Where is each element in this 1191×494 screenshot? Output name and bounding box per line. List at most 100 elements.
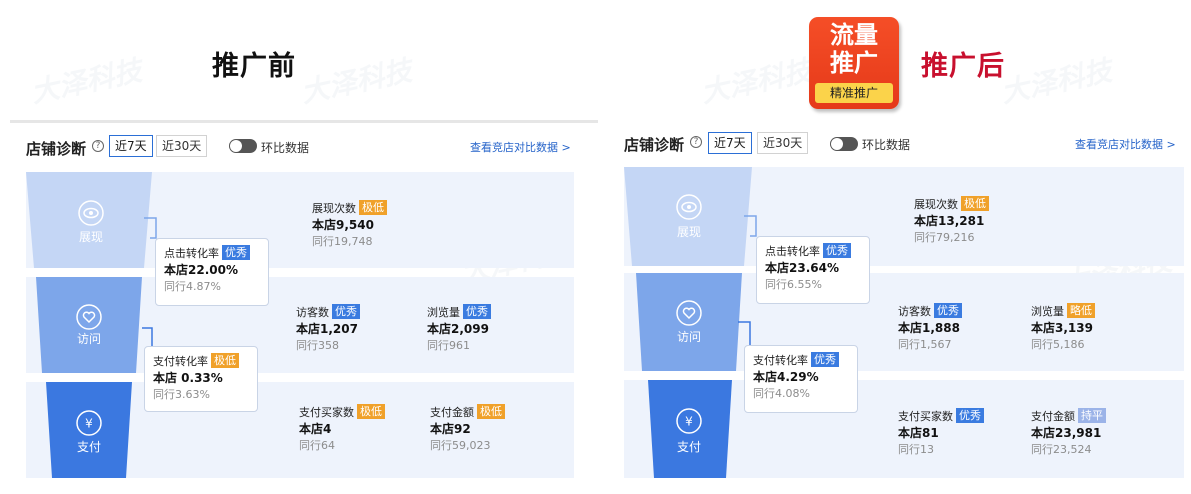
traffic-promotion-badge: 流量 推广 精准推广 bbox=[809, 17, 899, 109]
metric-title: 浏览量 优秀 bbox=[427, 304, 491, 321]
metric-title: 访客数 优秀 bbox=[296, 304, 360, 321]
status-badge: 极低 bbox=[357, 404, 385, 419]
metric-title: 点击转化率 优秀 bbox=[164, 245, 260, 262]
metric-title-text: 访客数 bbox=[898, 305, 931, 318]
metric-peer-value: 同行79,216 bbox=[914, 231, 975, 244]
metric-shop-value: 本店2,099 bbox=[427, 322, 489, 336]
yen-icon: ¥ bbox=[76, 410, 102, 440]
watermark: 大泽科技 bbox=[28, 53, 145, 110]
watermark: 大泽科技 bbox=[298, 53, 415, 110]
metric-title-text: 支付转化率 bbox=[753, 354, 808, 367]
payment-conversion-card: 支付转化率 极低 本店 0.33% 同行3.63% bbox=[144, 346, 258, 412]
visitors-metric: 访客数 优秀 本店1,888 同行1,567 bbox=[898, 303, 962, 353]
heart-icon bbox=[676, 300, 702, 330]
metric-shop-value: 本店9,540 bbox=[312, 218, 374, 232]
metric-shop-value: 本店92 bbox=[430, 422, 471, 436]
metric-peer-value: 同行4.08% bbox=[753, 387, 810, 400]
svg-text:¥: ¥ bbox=[685, 415, 693, 429]
status-badge: 优秀 bbox=[934, 303, 962, 318]
status-badge: 优秀 bbox=[811, 352, 839, 367]
metric-title: 支付买家数 优秀 bbox=[898, 408, 984, 425]
status-badge: 优秀 bbox=[332, 304, 360, 319]
payment-conversion-card: 支付转化率 优秀 本店4.29% 同行4.08% bbox=[744, 345, 858, 413]
competitor-compare-link[interactable]: 查看竞店对比数据 > bbox=[1075, 136, 1176, 152]
metric-title: 支付金额 极低 bbox=[430, 404, 505, 421]
period-compare-label: 环比数据 bbox=[261, 141, 310, 155]
watermark: 大泽科技 bbox=[698, 53, 815, 110]
metric-title-text: 访客数 bbox=[296, 306, 329, 319]
status-badge: 持平 bbox=[1078, 408, 1106, 423]
metric-title-text: 支付买家数 bbox=[299, 406, 354, 419]
status-badge: 优秀 bbox=[956, 408, 984, 423]
metric-shop-value: 本店4 bbox=[299, 422, 332, 436]
metric-title-text: 支付金额 bbox=[1031, 410, 1075, 423]
toggle-knob bbox=[230, 140, 242, 152]
stage-label-payments: 支付 bbox=[676, 440, 701, 454]
eye-icon bbox=[78, 200, 104, 230]
metric-title: 支付买家数 极低 bbox=[299, 404, 385, 421]
metric-shop-value: 本店13,281 bbox=[914, 214, 985, 228]
toggle-knob bbox=[831, 138, 843, 150]
stage-label-visits: 访问 bbox=[76, 332, 101, 346]
pageviews-metric: 浏览量 优秀 本店2,099 同行961 bbox=[427, 304, 491, 354]
status-badge: 极低 bbox=[211, 353, 239, 368]
metric-title: 展现次数 极低 bbox=[914, 196, 989, 213]
period-compare-label: 环比数据 bbox=[862, 138, 911, 152]
metric-shop-value: 本店 0.33% bbox=[153, 371, 223, 385]
metric-peer-value: 同行19,748 bbox=[312, 235, 373, 248]
metric-shop-value: 本店81 bbox=[898, 426, 939, 440]
promo-line-2: 推广 bbox=[830, 49, 878, 77]
metric-peer-value: 同行5,186 bbox=[1031, 338, 1085, 351]
funnel-chart bbox=[624, 167, 757, 478]
metric-title: 支付金额 持平 bbox=[1031, 408, 1106, 425]
stage-label-impressions: 展现 bbox=[78, 230, 103, 244]
competitor-compare-link[interactable]: 查看竞店对比数据 > bbox=[470, 139, 571, 155]
status-badge: 略低 bbox=[1067, 303, 1095, 318]
watermark: 大泽科技 bbox=[998, 53, 1115, 110]
metric-title: 点击转化率 优秀 bbox=[765, 243, 861, 260]
metric-title: 展现次数 极低 bbox=[312, 200, 387, 217]
metric-title-text: 支付转化率 bbox=[153, 355, 208, 368]
heading-before-promotion: 推广前 bbox=[212, 51, 296, 82]
impressions-metric: 展现次数 极低 本店9,540 同行19,748 bbox=[312, 200, 387, 250]
metric-title-text: 支付金额 bbox=[430, 406, 474, 419]
metric-title-text: 浏览量 bbox=[1031, 305, 1064, 318]
payment-amount-metric: 支付金额 极低 本店92 同行59,023 bbox=[430, 404, 505, 454]
click-conversion-card: 点击转化率 优秀 本店22.00% 同行4.87% bbox=[155, 238, 269, 306]
status-badge: 优秀 bbox=[463, 304, 491, 319]
metric-shop-value: 本店23,981 bbox=[1031, 426, 1102, 440]
stage-label-visits: 访问 bbox=[676, 330, 701, 344]
status-badge: 极低 bbox=[961, 196, 989, 211]
metric-shop-value: 本店3,139 bbox=[1031, 321, 1093, 335]
metric-peer-value: 同行23,524 bbox=[1031, 443, 1092, 456]
status-badge: 优秀 bbox=[222, 245, 250, 260]
metric-peer-value: 同行358 bbox=[296, 339, 339, 352]
period-compare-toggle[interactable] bbox=[229, 139, 257, 153]
metric-shop-value: 本店1,888 bbox=[898, 321, 960, 335]
metric-title-text: 点击转化率 bbox=[164, 247, 219, 260]
metric-title-text: 点击转化率 bbox=[765, 245, 820, 258]
status-badge: 极低 bbox=[359, 200, 387, 215]
status-badge: 极低 bbox=[477, 404, 505, 419]
metric-shop-value: 本店4.29% bbox=[753, 370, 819, 384]
metric-shop-value: 本店22.00% bbox=[164, 263, 238, 277]
buyers-metric: 支付买家数 优秀 本店81 同行13 bbox=[898, 408, 984, 458]
click-conversion-card: 点击转化率 优秀 本店23.64% 同行6.55% bbox=[756, 236, 870, 304]
metric-shop-value: 本店23.64% bbox=[765, 261, 839, 275]
status-badge: 优秀 bbox=[823, 243, 851, 258]
metric-title: 访客数 优秀 bbox=[898, 303, 962, 320]
section-divider bbox=[10, 120, 598, 123]
metric-peer-value: 同行13 bbox=[898, 443, 934, 456]
stage-label-impressions: 展现 bbox=[676, 225, 701, 239]
metric-peer-value: 同行59,023 bbox=[430, 439, 491, 452]
metric-peer-value: 同行4.87% bbox=[164, 280, 221, 293]
metric-title-text: 支付买家数 bbox=[898, 410, 953, 423]
svg-text:¥: ¥ bbox=[85, 417, 93, 431]
metric-peer-value: 同行1,567 bbox=[898, 338, 952, 351]
metric-peer-value: 同行3.63% bbox=[153, 388, 210, 401]
metric-title: 支付转化率 极低 bbox=[153, 353, 249, 370]
pageviews-metric: 浏览量 略低 本店3,139 同行5,186 bbox=[1031, 303, 1095, 353]
eye-icon bbox=[676, 194, 702, 224]
metric-title-text: 展现次数 bbox=[914, 198, 958, 211]
period-compare-toggle[interactable] bbox=[830, 137, 858, 151]
